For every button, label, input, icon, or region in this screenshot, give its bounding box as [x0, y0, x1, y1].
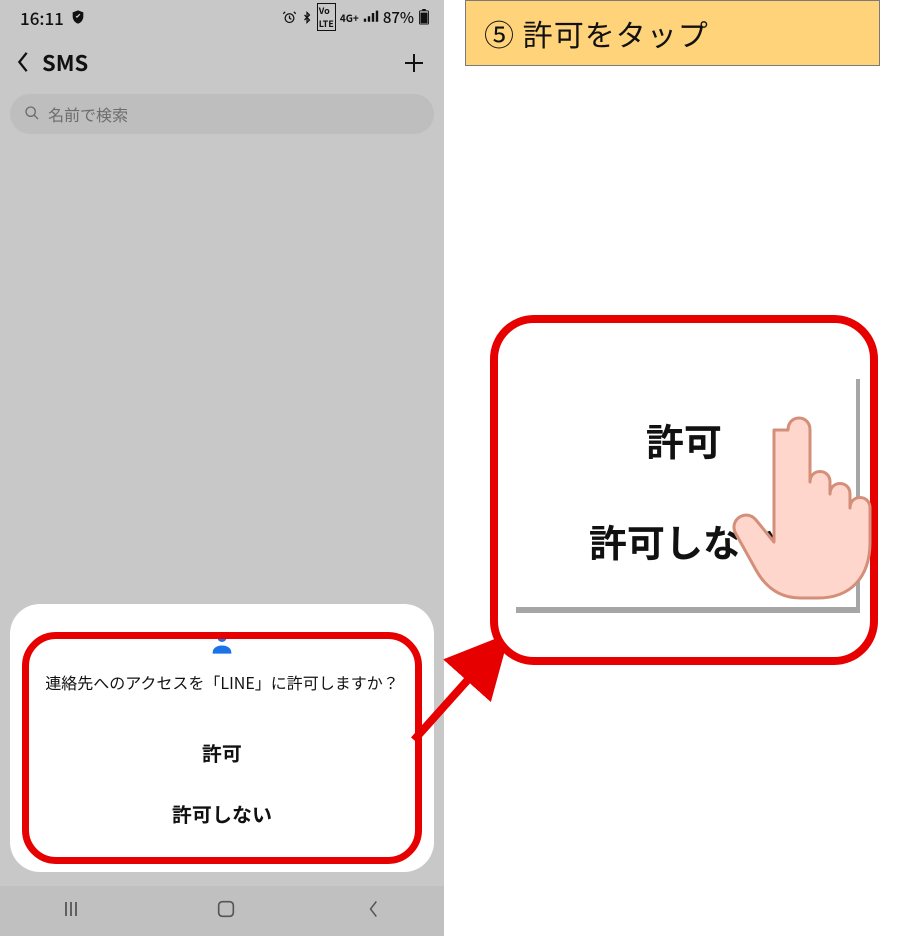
android-nav-bar: [0, 886, 444, 936]
zoom-callout: 許可 許可しない: [490, 315, 878, 665]
permission-message: 連絡先へのアクセスを「LINE」に許可しますか？: [30, 670, 414, 694]
signal-icon: [363, 10, 379, 24]
status-right: VoLTE 4G+ 87%: [282, 3, 430, 31]
search-input[interactable]: 名前で検索: [10, 94, 434, 134]
status-bar: 16:11 VoLTE 4G+ 87%: [0, 0, 444, 34]
contacts-icon: [208, 628, 236, 656]
bluetooth-icon: [301, 10, 313, 25]
nav-back-button[interactable]: [342, 891, 404, 932]
search-placeholder: 名前で検索: [48, 102, 128, 126]
zoom-deny-button[interactable]: 許可しない: [589, 513, 779, 568]
deny-button[interactable]: 許可しない: [30, 783, 414, 844]
nav-home-button[interactable]: [191, 890, 261, 933]
app-header: SMS: [0, 34, 444, 90]
permission-dialog: 連絡先へのアクセスを「LINE」に許可しますか？ 許可 許可しない: [10, 604, 434, 872]
battery-text: 87%: [383, 7, 414, 28]
network-4g-icon: 4G+: [340, 10, 359, 25]
phone-screenshot: 16:11 VoLTE 4G+ 87% S: [0, 0, 444, 936]
zoom-allow-button[interactable]: 許可: [646, 412, 722, 467]
search-icon: [24, 102, 40, 126]
allow-button[interactable]: 許可: [30, 722, 414, 783]
alarm-icon: [282, 10, 297, 25]
nav-recents-button[interactable]: [40, 891, 110, 931]
shield-icon: [70, 5, 86, 30]
page-title: SMS: [36, 46, 402, 78]
zoom-panel: 許可 許可しない: [512, 373, 856, 607]
back-button[interactable]: [10, 40, 36, 85]
volte-icon: VoLTE: [317, 3, 336, 31]
status-left: 16:11: [20, 5, 86, 30]
instruction-banner: ⑤ 許可をタップ: [465, 0, 880, 66]
battery-icon: [418, 9, 430, 25]
status-time: 16:11: [20, 5, 64, 30]
add-button[interactable]: [402, 40, 426, 84]
instruction-text: ⑤ 許可をタップ: [484, 11, 709, 55]
